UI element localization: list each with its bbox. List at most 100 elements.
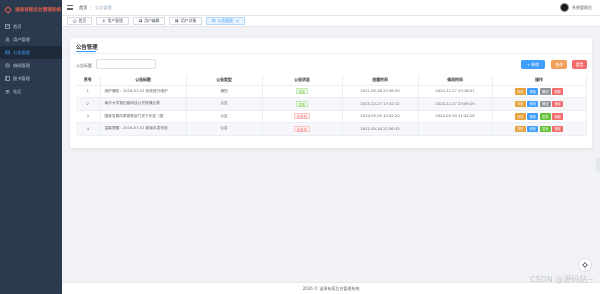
grid-icon: [139, 19, 142, 23]
user-menu[interactable]: 系统管理员: [560, 3, 592, 12]
breadcrumb-home[interactable]: 首页: [79, 5, 87, 11]
tab-notices[interactable]: 公告管理 ×: [206, 17, 245, 25]
tab-label: 公告管理: [217, 18, 233, 23]
tab-user-detail[interactable]: 用户详情: [169, 17, 203, 25]
sidebar: 温泉有家后台管理系统 首页 用户管理 公告管理 借阅管理 图书管理 社区: [0, 0, 62, 294]
status-cell: 发布: [262, 85, 343, 98]
tab-label: 用户编辑: [144, 18, 160, 23]
updated-time: 2024-12-27 23:18:01: [418, 85, 493, 98]
avatar[interactable]: [560, 3, 569, 12]
column-header[interactable]: 修改时间: [418, 75, 493, 86]
search-input[interactable]: [96, 59, 156, 69]
created-time: 2021-05-18 22:36:33: [342, 85, 419, 98]
notice-table: 序号 公告标题 公告类型 公告状态 创建时间 修改时间 操作 1 维护通知：20…: [76, 75, 587, 136]
close-icon[interactable]: ×: [236, 19, 239, 23]
sidebar-item-label: 首页: [13, 23, 22, 29]
table-header-row: 序号 公告标题 公告类型 公告状态 创建时间 修改时间 操作: [76, 75, 587, 86]
publish-button[interactable]: 发布: [539, 125, 551, 132]
title-underline: [76, 51, 96, 52]
breadcrumb-separator: /: [90, 5, 92, 10]
sidebar-menu: 首页 用户管理 公告管理 借阅管理 图书管理 社区: [0, 20, 62, 98]
notice-icon: [5, 50, 10, 55]
sidebar-item-community[interactable]: 社区: [0, 85, 62, 98]
tags-view: 首页 用户管理 用户编辑 用户详情 公告管理 ×: [62, 16, 600, 27]
column-header[interactable]: 创建时间: [342, 75, 419, 86]
status-badge: 未发布: [293, 113, 311, 120]
reset-button[interactable]: 重置: [572, 60, 587, 69]
tab-users[interactable]: 用户管理: [96, 17, 129, 25]
hamburger-icon[interactable]: [67, 5, 73, 10]
column-header[interactable]: 序号: [76, 75, 101, 86]
table-row[interactable]: 1 维护通知：2016-07-01 系统进行维护 通知 发布 2021-05-1…: [76, 85, 587, 98]
sidebar-item-label: 图书管理: [13, 75, 30, 81]
column-header[interactable]: 公告类型: [186, 75, 263, 86]
notice-title: 南华大学第四届科技公开授课比赛: [100, 97, 187, 111]
edit-button[interactable]: 修改: [527, 125, 539, 132]
status-badge: 发布: [295, 88, 309, 95]
sidebar-item-users[interactable]: 用户管理: [0, 33, 62, 46]
add-button[interactable]: + 新增: [521, 60, 545, 69]
notice-title: 维护通知：2016-07-01 系统进行维护: [100, 85, 187, 98]
dashboard-icon: [5, 24, 10, 29]
sidebar-item-notices[interactable]: 公告管理: [0, 46, 62, 59]
row-index: 3: [76, 110, 101, 123]
grid-icon: [175, 19, 179, 23]
tab-label: 用户详情: [180, 18, 197, 23]
tab-home[interactable]: 首页: [67, 17, 93, 25]
unpublish-button[interactable]: 撤回: [539, 88, 551, 95]
detail-button[interactable]: 详情: [514, 100, 526, 107]
tab-label: 用户管理: [107, 18, 123, 23]
table-row[interactable]: 2 南华大学第四届科技公开授课比赛 公告 发布 2024-12-27 17:42…: [76, 97, 587, 111]
user-name[interactable]: 系统管理员: [572, 5, 592, 11]
edit-button[interactable]: 修改: [527, 100, 539, 107]
footer-copyright: 2026 © 温泉有家后台管理系统: [302, 286, 360, 291]
row-index: 2: [76, 97, 101, 111]
table-row[interactable]: 3 国家发展改革委等部门关于印发《推 公告 未发布 2024-05-29 10:…: [76, 110, 587, 123]
publish-button[interactable]: 发布: [539, 113, 551, 120]
floating-tools-button[interactable]: [578, 258, 592, 272]
detail-button[interactable]: 详情: [514, 113, 526, 120]
row-index: 1: [76, 85, 101, 98]
detail-button[interactable]: 详情: [514, 125, 526, 132]
column-header[interactable]: 公告状态: [262, 75, 343, 86]
tab-user-edit[interactable]: 用户编辑: [132, 17, 166, 25]
created-time: 2021-05-18 22:36:33: [342, 122, 419, 136]
page-title: 公告管理: [76, 45, 98, 51]
delete-button[interactable]: 删除: [552, 125, 564, 132]
notice-type: 公告: [186, 122, 263, 136]
column-header[interactable]: 公告标题: [100, 75, 187, 86]
sidebar-item-home[interactable]: 首页: [0, 20, 62, 33]
sidebar-item-label: 用户管理: [13, 36, 30, 42]
app-title: 温泉有家后台管理系统: [15, 8, 61, 13]
updated-time: [418, 122, 493, 136]
updated-time: 2024-12-27 23:09:29: [418, 97, 493, 111]
table-row[interactable]: 4 温馨提醒：2016-07-01 新版本发布啦 公告 未发布 2021-05-…: [76, 122, 587, 136]
status-cell: 未发布: [262, 110, 343, 123]
borrow-icon: [5, 63, 10, 68]
created-time: 2024-05-29 10:42:20: [342, 110, 419, 123]
search-label: 公告标题: [76, 63, 92, 68]
user-icon: [102, 19, 106, 23]
detail-button[interactable]: 详情: [514, 88, 526, 95]
divider: [70, 53, 592, 54]
sidebar-item-books[interactable]: 图书管理: [0, 72, 62, 85]
edit-button[interactable]: 修改: [527, 113, 539, 120]
side-scroll-handle[interactable]: [596, 158, 600, 172]
status-badge: 发布: [295, 100, 309, 107]
actions-cell: 详情 修改 发布 删除: [492, 122, 587, 136]
notice-title: 国家发展改革委等部门关于印发《推: [100, 110, 187, 123]
unpublish-button[interactable]: 撤回: [539, 100, 551, 107]
delete-button[interactable]: 删除: [552, 113, 564, 120]
delete-button[interactable]: 删除: [552, 100, 564, 107]
home-icon: [73, 19, 77, 23]
notice-type: 公告: [186, 110, 263, 123]
book-icon: [5, 76, 10, 81]
edit-button[interactable]: 修改: [527, 88, 539, 95]
sidebar-item-borrow[interactable]: 借阅管理: [0, 59, 62, 72]
status-badge: 未发布: [293, 125, 311, 132]
delete-button[interactable]: 删除: [552, 88, 564, 95]
tab-label: 首页: [78, 18, 87, 23]
brand[interactable]: 温泉有家后台管理系统: [0, 0, 62, 20]
search-button[interactable]: 查询: [551, 60, 567, 69]
created-time: 2024-12-27 17:42:12: [342, 97, 419, 111]
